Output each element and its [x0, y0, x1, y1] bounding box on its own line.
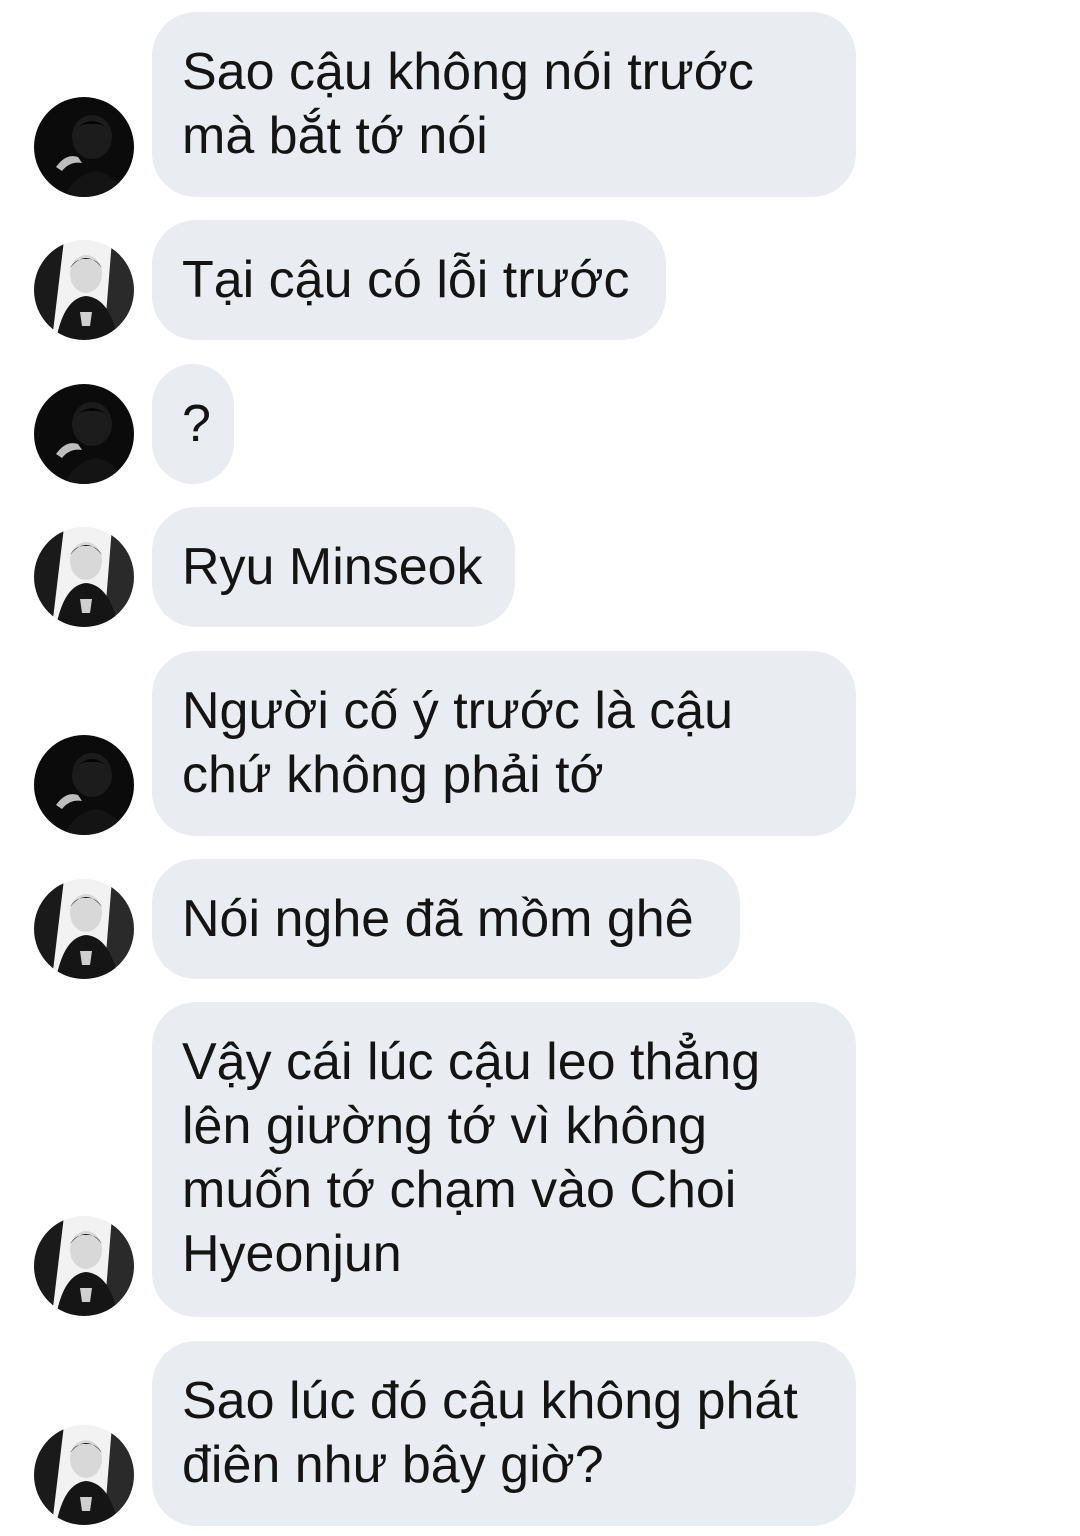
- dark-portrait-avatar-icon[interactable]: [34, 735, 134, 835]
- message-bubble[interactable]: Ryu Minseok: [152, 507, 515, 627]
- monochrome-portrait-avatar-icon[interactable]: [34, 240, 134, 340]
- message-bubble[interactable]: Người cố ý trước là cậu chứ không phải t…: [152, 651, 856, 836]
- dark-portrait-avatar-icon[interactable]: [34, 97, 134, 197]
- monochrome-portrait-avatar-icon[interactable]: [34, 1425, 134, 1525]
- monochrome-portrait-avatar-icon[interactable]: [34, 1216, 134, 1316]
- message-bubble[interactable]: Sao cậu không nói trước mà bắt tớ nói: [152, 12, 856, 197]
- dark-portrait-avatar-icon[interactable]: [34, 384, 134, 484]
- monochrome-portrait-avatar-icon[interactable]: [34, 527, 134, 627]
- message-bubble[interactable]: Vậy cái lúc cậu leo thẳng lên giường tớ …: [152, 1002, 856, 1317]
- message-bubble[interactable]: ?: [152, 364, 234, 484]
- message-bubble[interactable]: Nói nghe đã mồm ghê: [152, 859, 740, 979]
- message-bubble[interactable]: Tại cậu có lỗi trước: [152, 220, 666, 340]
- monochrome-portrait-avatar-icon[interactable]: [34, 879, 134, 979]
- message-bubble[interactable]: Sao lúc đó cậu không phát điên như bây g…: [152, 1341, 856, 1526]
